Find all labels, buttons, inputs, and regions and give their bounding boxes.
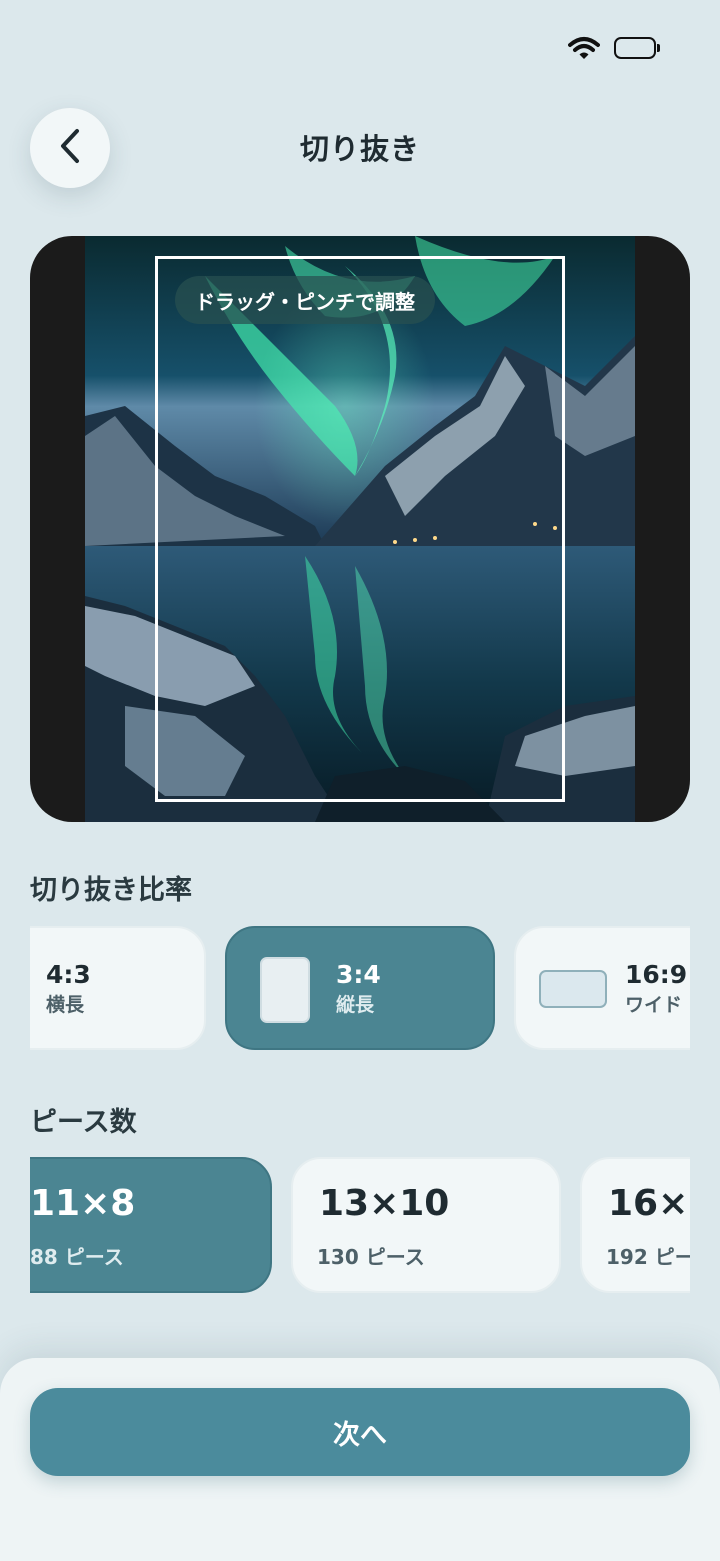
wide-ratio-icon: [539, 970, 607, 1008]
crop-ratio-label: 切り抜き比率: [30, 875, 192, 906]
piece-count-scroller[interactable]: 11×8 88 ピース 13×10 130 ピース 16×12 192 ピース: [30, 1157, 690, 1293]
battery-icon: [614, 37, 660, 59]
crop-editor[interactable]: ドラッグ・ピンチで調整: [30, 236, 690, 822]
bottom-action-bar: 次へ: [0, 1358, 720, 1561]
portrait-ratio-icon: [260, 957, 310, 1023]
piece-grid: 13×10: [319, 1183, 450, 1224]
wifi-icon: [568, 36, 600, 60]
ratio-option-3-4[interactable]: 3:4 縦長: [225, 926, 495, 1050]
next-button[interactable]: 次へ: [30, 1388, 690, 1476]
piece-grid: 16×12: [608, 1183, 690, 1224]
piece-count: 192 ピース: [606, 1245, 690, 1269]
piece-count: 88 ピース: [30, 1245, 124, 1269]
ratio-option-4-3[interactable]: 4:3 横長: [30, 926, 206, 1050]
page-title: 切り抜き: [299, 132, 420, 166]
ratio-label: 縦長: [336, 994, 375, 1016]
piece-option-16x12[interactable]: 16×12 192 ピース: [580, 1157, 690, 1293]
piece-option-11x8[interactable]: 11×8 88 ピース: [30, 1157, 272, 1293]
ratio-value: 3:4: [336, 960, 381, 989]
piece-option-13x10[interactable]: 13×10 130 ピース: [291, 1157, 561, 1293]
piece-count: 130 ピース: [317, 1245, 425, 1269]
piece-count-label: ピース数: [30, 1107, 137, 1138]
ratio-value: 16:9: [625, 960, 688, 989]
ratio-value: 4:3: [46, 960, 91, 989]
ratio-label: ワイド: [625, 994, 683, 1016]
piece-grid: 11×8: [30, 1183, 136, 1224]
crop-ratio-scroller[interactable]: 4:3 横長 3:4 縦長 16:9 ワイド: [30, 926, 690, 1050]
ratio-option-16-9[interactable]: 16:9 ワイド: [514, 926, 690, 1050]
ratio-label: 横長: [46, 994, 85, 1016]
status-bar: [568, 36, 660, 60]
drag-pinch-hint: ドラッグ・ピンチで調整: [175, 276, 435, 324]
crop-frame[interactable]: [155, 256, 565, 802]
